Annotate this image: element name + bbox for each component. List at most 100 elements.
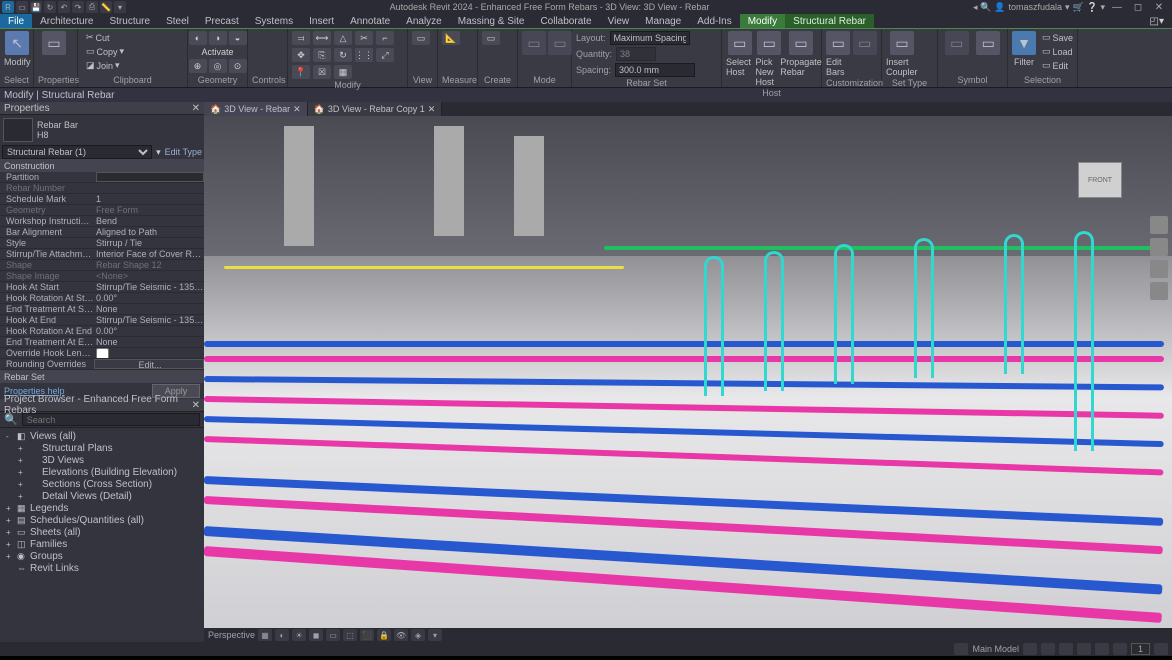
align-icon[interactable]: ⫤ — [292, 31, 310, 45]
prop-row[interactable]: Hook At EndStirrup/Tie Seismic - 135 d..… — [0, 315, 204, 326]
selection-count[interactable]: 1 — [1131, 643, 1150, 655]
sync-icon[interactable]: ↻ — [44, 1, 56, 13]
prop-row[interactable]: Shape Image<None> — [0, 271, 204, 282]
tree-item[interactable]: +Elevations (Building Elevation) — [0, 466, 204, 478]
menu-tab-precast[interactable]: Precast — [197, 14, 247, 28]
prop-row[interactable]: GeometryFree Form — [0, 205, 204, 216]
delete-icon[interactable]: ☒ — [313, 65, 331, 79]
prop-row[interactable]: End Treatment At EndNone — [0, 337, 204, 348]
properties-button[interactable]: ▭ — [38, 31, 70, 55]
user-icon[interactable]: 👤 — [994, 2, 1005, 13]
geo3-icon[interactable]: ⊙ — [229, 59, 247, 73]
load-sel[interactable]: ▭ Load — [1038, 45, 1077, 58]
tree-item[interactable]: +Structural Plans — [0, 442, 204, 454]
select-links-icon[interactable] — [1041, 643, 1055, 655]
expand-icon[interactable]: + — [18, 468, 26, 477]
split-icon[interactable]: ✂ — [355, 31, 373, 45]
view-icon[interactable]: ▭ — [412, 31, 430, 45]
menu-tab-annotate[interactable]: Annotate — [342, 14, 398, 28]
cope-icon[interactable]: ◐ — [189, 31, 207, 45]
select-face-icon[interactable] — [1095, 643, 1109, 655]
tree-item[interactable]: +Sections (Cross Section) — [0, 478, 204, 490]
category-rebar set[interactable]: Rebar Set — [0, 370, 204, 383]
trim-icon[interactable]: ⌐ — [376, 31, 394, 45]
save-icon[interactable]: 💾 — [30, 1, 42, 13]
spacing-input[interactable] — [615, 63, 695, 77]
prop-row[interactable]: Hook At StartStirrup/Tie Seismic - 135 d… — [0, 282, 204, 293]
edit-type-button[interactable]: Edit Type — [165, 147, 202, 157]
pick-new-host[interactable]: ▭Pick New Host — [756, 31, 784, 87]
prop-row[interactable]: Stirrup/Tie AttachmentInterior Face of C… — [0, 249, 204, 260]
minimize-button[interactable]: — — [1108, 1, 1126, 13]
prop-row[interactable]: Hook Rotation At End0.00° — [0, 326, 204, 337]
view-cube[interactable]: FRONT — [1078, 162, 1122, 198]
menu-tab-massing-site[interactable]: Massing & Site — [450, 14, 533, 28]
menu-tab-analyze[interactable]: Analyze — [398, 14, 450, 28]
edit-bars[interactable]: ▭Edit Bars — [826, 31, 851, 77]
viewport-3d[interactable]: FRONT — [204, 116, 1172, 628]
bending-detail[interactable]: ▭ — [974, 31, 1004, 55]
save-sel[interactable]: ▭ Save — [1038, 31, 1077, 44]
expand-icon[interactable]: + — [18, 480, 26, 489]
category-construction[interactable]: Construction — [0, 159, 204, 172]
print-icon[interactable]: ⎙ — [86, 1, 98, 13]
geo2-icon[interactable]: ◎ — [209, 59, 227, 73]
tree-item[interactable]: ⇔Revit Links — [0, 562, 204, 574]
qat-dropdown-icon[interactable]: ▾ — [114, 1, 126, 13]
nav-orbit-icon[interactable] — [1150, 282, 1168, 300]
detail-level-icon[interactable]: ▦ — [258, 629, 272, 641]
nav-wheel-icon[interactable] — [1150, 216, 1168, 234]
expand-icon[interactable]: + — [18, 456, 26, 465]
prop-row[interactable]: Rounding OverridesEdit... — [0, 359, 204, 370]
select-host[interactable]: ▭Select Host — [726, 31, 754, 77]
prop-row[interactable]: StyleStirrup / Tie — [0, 238, 204, 249]
mirror-icon[interactable]: △ — [334, 31, 352, 45]
render-icon[interactable]: ▭ — [326, 629, 340, 641]
worksets-icon[interactable] — [954, 643, 968, 655]
menu-tab-steel[interactable]: Steel — [158, 14, 197, 28]
cut-button[interactable]: ✂ Cut — [82, 31, 114, 44]
ribbon-help-icon[interactable]: ◰▾ — [1150, 16, 1172, 27]
undo-icon[interactable]: ↶ — [58, 1, 70, 13]
shadows-icon[interactable]: ◼ — [309, 629, 323, 641]
measure-icon2[interactable]: 📐 — [442, 31, 460, 45]
prop-row[interactable]: Bar AlignmentAligned to Path — [0, 227, 204, 238]
expand-icon[interactable]: + — [6, 516, 14, 525]
prop-row[interactable]: Partition — [0, 172, 204, 183]
menu-tab-architecture[interactable]: Architecture — [32, 14, 101, 28]
view-tab[interactable]: 🏠3D View - Rebar✕ — [204, 102, 308, 116]
drag-icon[interactable] — [1113, 643, 1127, 655]
offset-icon[interactable]: ⟷ — [313, 31, 331, 45]
favorites-icon[interactable]: ▾ — [1065, 2, 1070, 13]
reveal-icon[interactable]: ◈ — [411, 629, 425, 641]
tree-item[interactable]: +◫Families — [0, 538, 204, 550]
menu-tab-structural-rebar[interactable]: Structural Rebar — [785, 14, 874, 28]
join-button[interactable]: ◪ Join ▾ — [82, 59, 124, 72]
prop-row[interactable]: Override Hook Lengths — [0, 348, 204, 359]
search-icon[interactable]: ◂ 🔍 — [973, 2, 991, 13]
prop-row[interactable]: End Treatment At StartNone — [0, 304, 204, 315]
menu-tab-view[interactable]: View — [600, 14, 638, 28]
nav-pan-icon[interactable] — [1150, 238, 1168, 256]
measure-icon[interactable]: 📏 — [100, 1, 112, 13]
propagate-rebar[interactable]: ▭Propagate Rebar — [785, 31, 817, 77]
geo1-icon[interactable]: ⊕ — [189, 59, 207, 73]
filter-status-icon[interactable] — [1154, 643, 1168, 655]
close-tab-icon[interactable]: ✕ — [428, 104, 436, 115]
nav-zoom-icon[interactable] — [1150, 260, 1168, 278]
layout-input[interactable] — [610, 31, 690, 45]
open-icon[interactable]: ▭ — [16, 1, 28, 13]
menu-tab-manage[interactable]: Manage — [637, 14, 689, 28]
view-scale[interactable]: Perspective — [208, 630, 255, 640]
filter-button[interactable]: ▼Filter — [1012, 31, 1036, 67]
cart-icon[interactable]: 🛒 — [1073, 2, 1084, 13]
design-options-icon[interactable] — [1023, 643, 1037, 655]
tree-item[interactable]: +◉Groups — [0, 550, 204, 562]
copy-button[interactable]: ▭ Copy ▾ — [82, 45, 128, 58]
file-menu[interactable]: File — [0, 14, 32, 28]
tree-item[interactable]: +3D Views — [0, 454, 204, 466]
revit-icon[interactable]: R — [2, 1, 14, 13]
pin-icon[interactable]: 📍 — [292, 65, 310, 79]
temp-hide-icon[interactable]: 👁 — [394, 629, 408, 641]
maximize-button[interactable]: ◻ — [1129, 1, 1147, 13]
